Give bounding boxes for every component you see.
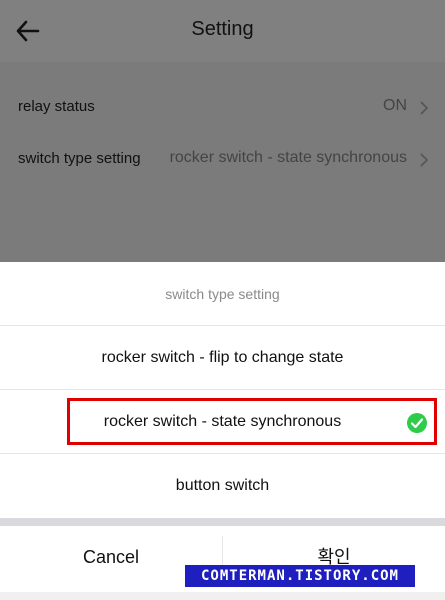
setting-value: ON: [383, 97, 407, 114]
setting-value: rocker switch - state synchronous: [169, 149, 407, 166]
setting-label: switch type setting: [18, 150, 141, 167]
setting-row-relay-status[interactable]: relay status ON: [0, 82, 445, 134]
background-page: Setting relay status ON switch type sett…: [0, 0, 445, 262]
option-button-switch[interactable]: button switch: [0, 454, 445, 517]
watermark: COMTERMAN.TISTORY.COM: [185, 565, 415, 587]
sheet-gap: [0, 518, 445, 526]
checkmark-icon: [407, 413, 427, 433]
page-title: Setting: [191, 18, 254, 40]
chevron-right-icon: [420, 153, 429, 167]
header: Setting: [0, 0, 445, 62]
selection-highlight-box: [67, 398, 437, 445]
sheet-title: switch type setting: [165, 286, 280, 302]
setting-row-switch-type[interactable]: switch type setting rocker switch - stat…: [0, 134, 445, 186]
chevron-right-icon: [420, 101, 429, 115]
option-flip-to-change-state[interactable]: rocker switch - flip to change state: [0, 326, 445, 389]
setting-label: relay status: [18, 98, 95, 115]
bottom-strip: [0, 592, 445, 600]
settings-list: relay status ON switch type setting rock…: [0, 62, 445, 262]
